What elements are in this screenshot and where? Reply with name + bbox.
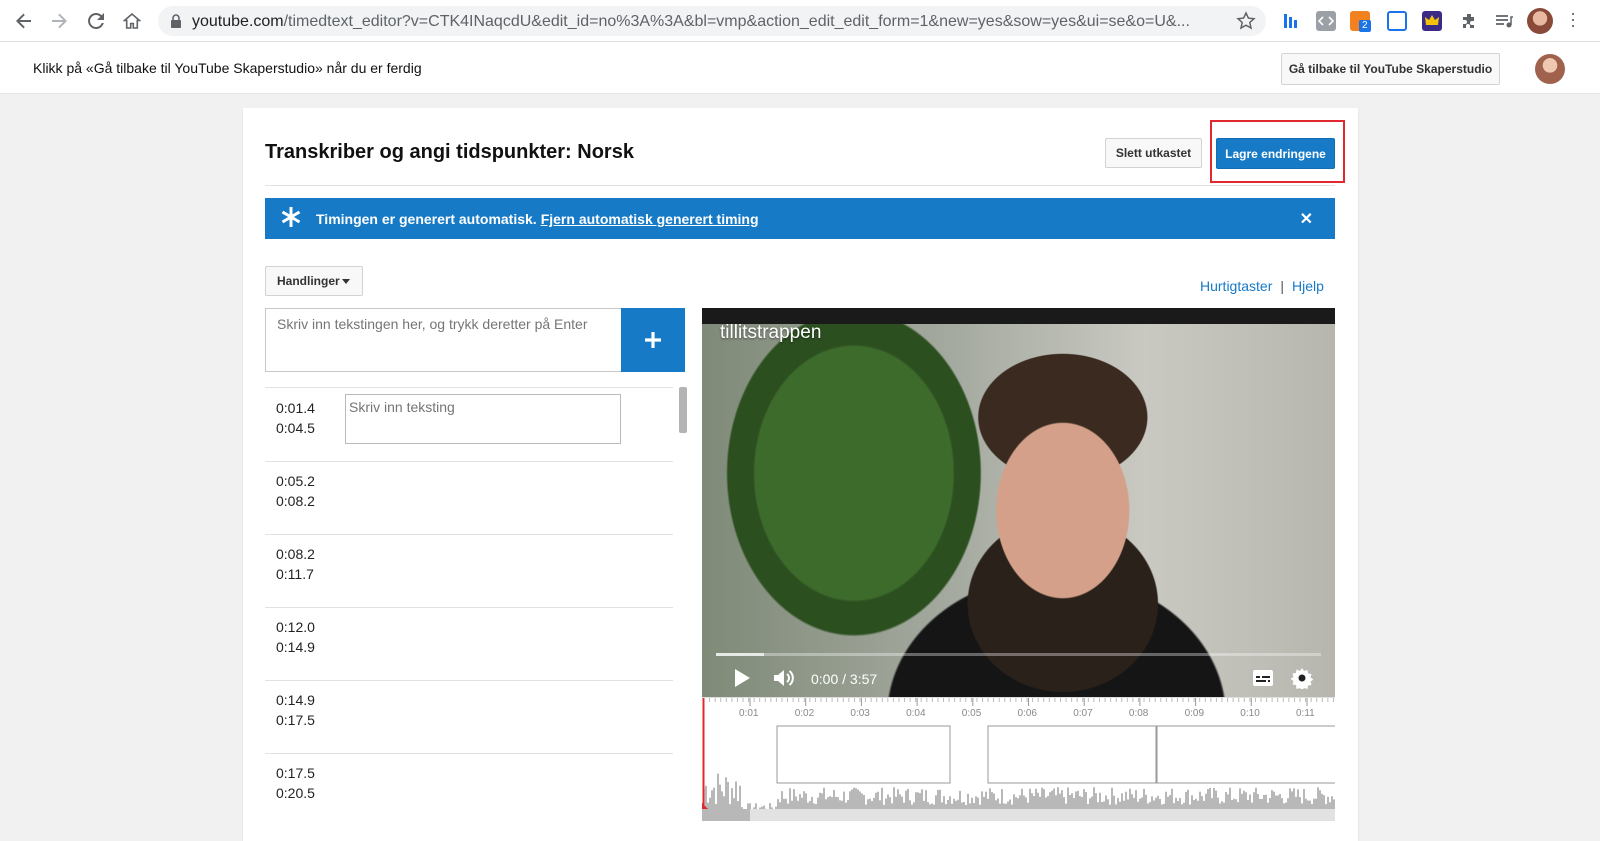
play-icon[interactable] bbox=[732, 667, 752, 694]
studio-info-bar: Klikk på «Gå tilbake til YouTube Skapers… bbox=[0, 42, 1600, 94]
video-title[interactable]: tillitstrappen bbox=[720, 322, 821, 344]
extension-rss-icon[interactable]: 2 bbox=[1350, 11, 1371, 32]
video-frame bbox=[702, 324, 1335, 697]
caption-row[interactable]: 0:05.2 0:08.2 bbox=[265, 461, 673, 535]
timeline-tick-label: 0:03 bbox=[850, 708, 870, 719]
address-bar[interactable]: youtube.com/timedtext_editor?v=CTK4INaqc… bbox=[158, 6, 1266, 36]
add-caption-button[interactable] bbox=[621, 308, 685, 372]
caption-start-time[interactable]: 0:08.2 bbox=[276, 546, 315, 562]
caption-end-time[interactable]: 0:08.2 bbox=[276, 493, 315, 509]
caption-row[interactable]: 0:08.2 0:11.7 bbox=[265, 534, 673, 608]
caption-start-time[interactable]: 0:17.5 bbox=[276, 765, 315, 781]
extension-translate-icon[interactable] bbox=[1387, 11, 1407, 31]
extension-bars-icon[interactable] bbox=[1281, 11, 1301, 31]
extension-code-icon[interactable] bbox=[1316, 11, 1336, 31]
caption-input[interactable] bbox=[265, 308, 622, 372]
video-time: 0:00 / 3:57 bbox=[811, 671, 878, 687]
reload-icon[interactable] bbox=[84, 9, 108, 33]
timeline-tick-label: 0:08 bbox=[1129, 708, 1149, 719]
back-arrow-icon[interactable] bbox=[12, 9, 36, 33]
timeline-tick-label: 0:10 bbox=[1240, 708, 1260, 719]
return-instruction: Klikk på «Gå tilbake til YouTube Skapers… bbox=[33, 60, 422, 76]
timeline-tick-label: 0:09 bbox=[1185, 708, 1205, 719]
timeline-scroll-thumb[interactable] bbox=[702, 809, 750, 821]
caret-down-icon bbox=[342, 279, 350, 284]
banner-message: Timingen er generert automatisk. Fjern au… bbox=[316, 211, 759, 227]
divider bbox=[265, 185, 1335, 186]
timeline-tick-label: 0:06 bbox=[1018, 708, 1038, 719]
timeline-tick-label: 0:05 bbox=[962, 708, 982, 719]
actions-dropdown[interactable]: Handlinger bbox=[265, 266, 363, 296]
back-to-studio-button[interactable]: Gå tilbake til YouTube Skaperstudio bbox=[1281, 53, 1500, 85]
caption-end-time[interactable]: 0:14.9 bbox=[276, 639, 315, 655]
volume-icon[interactable] bbox=[772, 667, 796, 694]
caption-start-time[interactable]: 0:01.4 bbox=[276, 400, 315, 416]
extension-crown-icon[interactable] bbox=[1422, 11, 1442, 31]
url-text: youtube.com/timedtext_editor?v=CTK4INaqc… bbox=[192, 13, 1190, 30]
caption-end-time[interactable]: 0:11.7 bbox=[276, 566, 314, 582]
caption-text-field[interactable] bbox=[345, 394, 621, 444]
timeline-tick-label: 0:07 bbox=[1073, 708, 1093, 719]
profile-avatar[interactable] bbox=[1527, 8, 1553, 34]
extensions-puzzle-icon[interactable] bbox=[1459, 11, 1479, 31]
shortcuts-link[interactable]: Hurtigtaster bbox=[1200, 278, 1272, 294]
waveform-graphic: 0:01 0:02 0:03 0:04 0:05 0:06 0:07 0:08 0:09 0:10… bbox=[702, 698, 1335, 813]
caption-start-time[interactable]: 0:14.9 bbox=[276, 692, 315, 708]
timeline-tick-label: 0:01 bbox=[739, 708, 759, 719]
plus-icon bbox=[645, 332, 661, 348]
discard-draft-button[interactable]: Slett utkastet bbox=[1105, 138, 1202, 168]
buffered-progress bbox=[716, 653, 765, 656]
timeline-tick-label: 0:02 bbox=[795, 708, 815, 719]
caption-list: 0:01.4 0:04.5 0:05.2 0:08.2 0:08.2 0:11.… bbox=[265, 387, 673, 823]
timeline-tick-label: 0:11 bbox=[1296, 708, 1315, 719]
caption-row[interactable]: 0:17.5 0:20.5 bbox=[265, 753, 673, 823]
caption-block[interactable] bbox=[1156, 725, 1335, 784]
settings-gear-icon[interactable] bbox=[1290, 667, 1314, 694]
asterisk-icon bbox=[281, 206, 301, 233]
lock-icon bbox=[170, 14, 182, 33]
caption-start-time[interactable]: 0:05.2 bbox=[276, 473, 315, 489]
caption-block[interactable] bbox=[987, 725, 1157, 784]
home-icon[interactable] bbox=[120, 9, 144, 33]
browser-toolbar: youtube.com/timedtext_editor?v=CTK4INaqc… bbox=[0, 0, 1600, 42]
bookmark-star-icon[interactable] bbox=[1236, 11, 1256, 36]
help-links: Hurtigtaster | Hjelp bbox=[1200, 278, 1324, 294]
caption-start-time[interactable]: 0:12.0 bbox=[276, 619, 315, 635]
video-controls: 0:00 / 3:57 bbox=[702, 663, 1335, 697]
auto-timing-banner: Timingen er generert automatisk. Fjern au… bbox=[265, 198, 1335, 239]
caption-end-time[interactable]: 0:20.5 bbox=[276, 785, 315, 801]
forward-arrow-icon[interactable] bbox=[47, 9, 71, 33]
caption-row[interactable]: 0:12.0 0:14.9 bbox=[265, 607, 673, 681]
channel-avatar[interactable] bbox=[1535, 54, 1565, 84]
caption-list-scrollbar[interactable] bbox=[679, 387, 687, 433]
caption-row[interactable]: 0:14.9 0:17.5 bbox=[265, 680, 673, 754]
timeline-scrollbar[interactable] bbox=[702, 809, 1335, 821]
caption-end-time[interactable]: 0:04.5 bbox=[276, 420, 315, 436]
subtitles-icon[interactable] bbox=[1252, 669, 1274, 692]
caption-row[interactable]: 0:01.4 0:04.5 bbox=[265, 388, 673, 462]
video-progress-bar[interactable] bbox=[716, 653, 1321, 656]
remove-auto-timing-link[interactable]: Fjern automatisk generert timing bbox=[541, 211, 759, 227]
waveform-timeline[interactable]: 0:01 0:02 0:03 0:04 0:05 0:06 0:07 0:08 0:09 0:10… bbox=[702, 697, 1335, 822]
help-link[interactable]: Hjelp bbox=[1292, 278, 1324, 294]
video-player[interactable]: tillitstrappen 0:00 / 3:57 bbox=[702, 308, 1335, 697]
caption-end-time[interactable]: 0:17.5 bbox=[276, 712, 315, 728]
caption-block[interactable] bbox=[776, 725, 951, 784]
timeline-tick-label: 0:04 bbox=[906, 708, 926, 719]
save-changes-button[interactable]: Lagre endringene bbox=[1216, 138, 1335, 169]
browser-menu-icon[interactable]: · · · bbox=[1570, 4, 1576, 34]
page-title: Transkriber og angi tidspunkter: Norsk bbox=[265, 141, 634, 163]
close-icon[interactable]: ✕ bbox=[1300, 209, 1313, 229]
media-queue-icon[interactable] bbox=[1494, 11, 1514, 31]
extension-badge: 2 bbox=[1359, 20, 1371, 32]
